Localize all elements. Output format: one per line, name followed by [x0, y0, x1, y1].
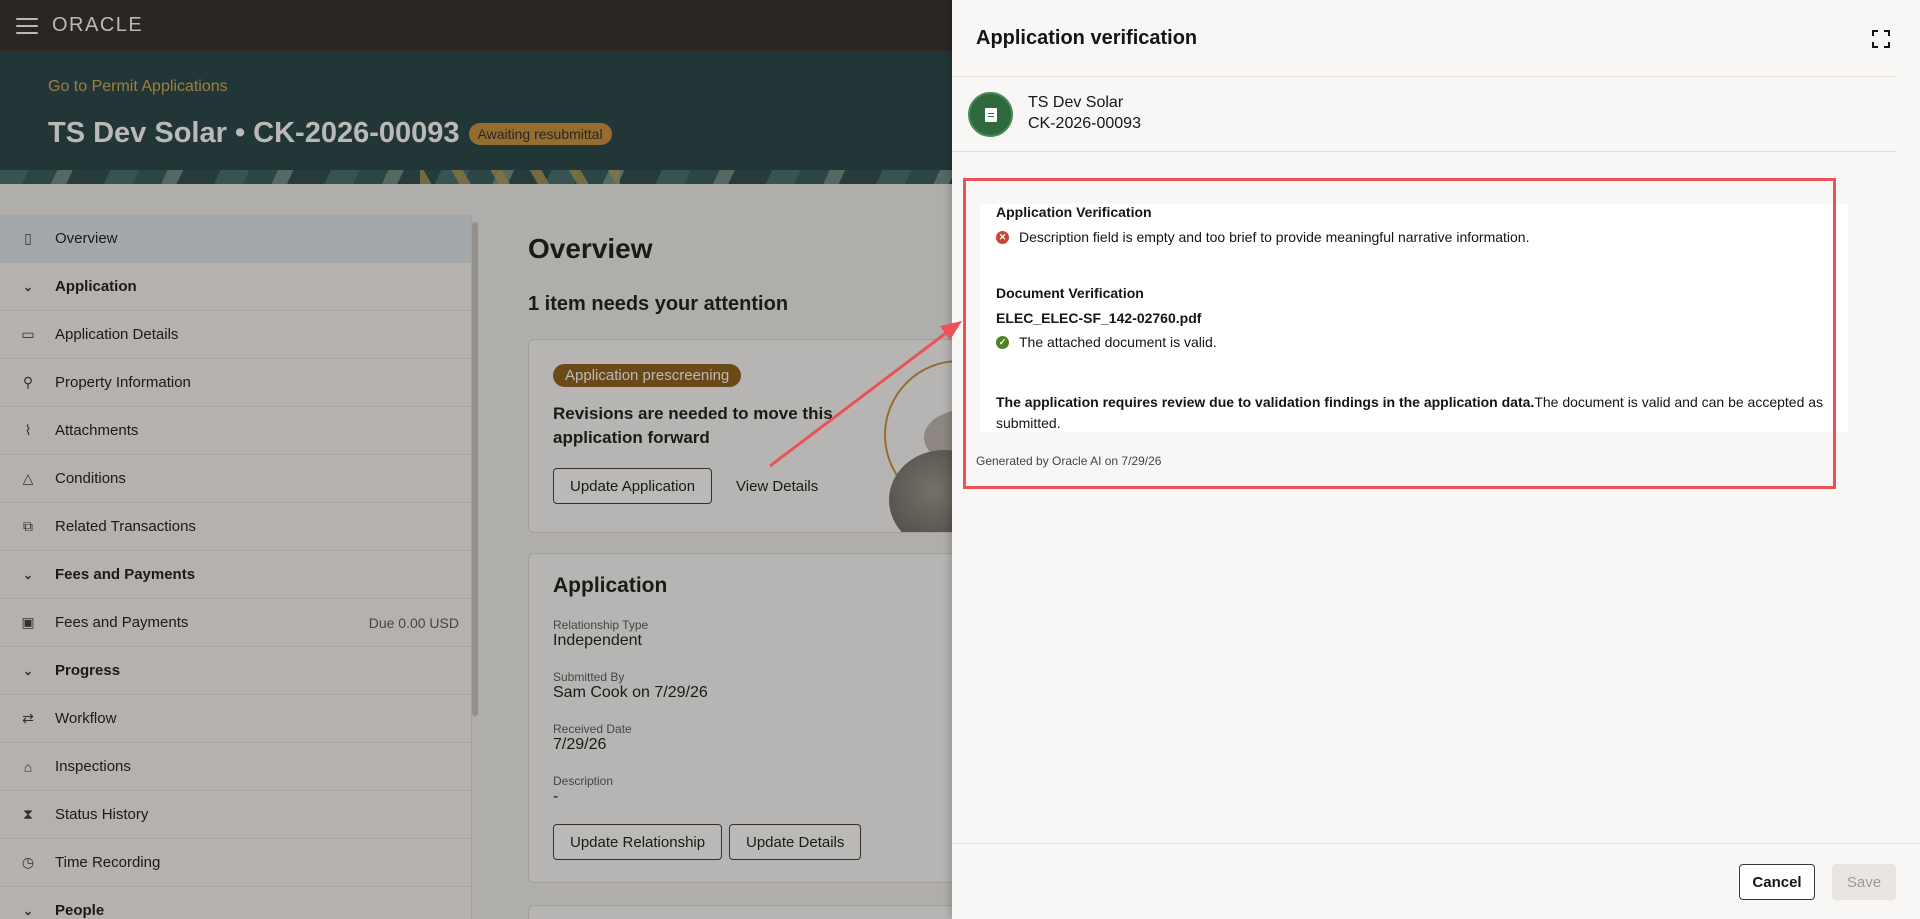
drawer-title: Application verification	[976, 27, 1198, 49]
cancel-button[interactable]: Cancel	[1739, 864, 1815, 900]
divider	[952, 76, 1896, 77]
save-button[interactable]: Save	[1832, 864, 1896, 900]
divider	[952, 151, 1896, 152]
modal-backdrop[interactable]	[0, 0, 952, 919]
record-id: CK-2026-00093	[1028, 115, 1141, 132]
annotation-highlight-box	[963, 178, 1836, 489]
divider	[952, 843, 1920, 844]
record-avatar	[968, 92, 1013, 137]
expand-icon[interactable]	[1872, 30, 1890, 48]
document-icon	[984, 107, 997, 122]
record-name: TS Dev Solar	[1028, 94, 1124, 111]
